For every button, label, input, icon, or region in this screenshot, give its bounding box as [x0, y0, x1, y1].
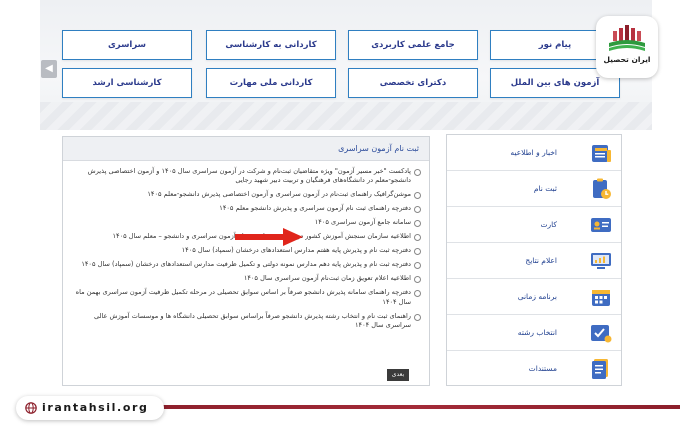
sidebar-item-registration[interactable]: ثبت نام [447, 171, 621, 207]
nav-button-kardani-be-karshenasi[interactable]: کاردانی به کارشناسی [206, 30, 336, 60]
sidebar-item-field-selection[interactable]: انتخاب رشته [447, 315, 621, 351]
sidebar-item-schedule[interactable]: برنامه زمانی [447, 279, 621, 315]
sidebar-item-documents[interactable]: مستندات [447, 351, 621, 387]
list-item[interactable]: دفترچه راهنمای سامانه پذیرش دانشجو صرفاً… [71, 288, 421, 307]
nav-button-doctora-takhassosi[interactable]: دکترای تخصصی [348, 68, 478, 98]
panel-title: ثبت نام آزمون سراسری [63, 137, 429, 161]
footer-site-text: irantahsil.org [42, 401, 149, 414]
nav-button-karshenasi-arshad[interactable]: کارشناسی ارشد [62, 68, 192, 98]
banner-pattern [40, 102, 652, 130]
card-icon [591, 218, 611, 232]
field-selection-icon [591, 325, 612, 343]
sidebar-item-label: اعلام نتایج [525, 256, 557, 265]
red-arrow-icon [235, 228, 303, 246]
logo-text: ایران تحصیل [603, 55, 651, 64]
list-item[interactable]: دفترچه راهنمای ثبت نام آزمون سراسری و پذ… [71, 204, 421, 214]
list-item[interactable]: اطلاعیه اعلام تعویق زمان ثبت‌نام آزمون س… [71, 274, 421, 284]
nav-button-kardani-meli-maharat[interactable]: کاردانی ملی مهارت [206, 68, 336, 98]
chevron-left-icon[interactable]: ◀ [41, 60, 57, 78]
list-item[interactable]: راهنمای ثبت نام و انتخاب رشته پذیرش دانش… [71, 312, 421, 331]
documents-icon [592, 359, 608, 379]
calendar-icon [592, 290, 610, 306]
list-item[interactable]: دفترچه ثبت نام و پذیرش پایه دهم مدارس نم… [71, 260, 421, 270]
next-button[interactable]: بعدی [387, 369, 409, 381]
registration-panel: ثبت نام آزمون سراسری پادکست "خبر مسیر آز… [62, 136, 430, 386]
sidebar-item-label: اخبار و اطلاعیه [510, 148, 557, 157]
sidebar-item-results[interactable]: اعلام نتایج [447, 243, 621, 279]
news-icon [592, 145, 611, 162]
book-logo-icon [609, 25, 645, 51]
sidebar-item-label: ثبت نام [533, 184, 557, 193]
globe-icon [25, 402, 37, 414]
nav-button-jame-elmi-karbordi[interactable]: جامع علمی کاربردی [348, 30, 478, 60]
sidebar-item-label: کارت [540, 220, 557, 229]
footer-site-link[interactable]: irantahsil.org [16, 396, 164, 420]
sidebar-menu: اخبار و اطلاعیه ثبت نام کارت اعلام نتایج… [446, 134, 622, 386]
registration-icon [593, 178, 611, 199]
sidebar-item-card[interactable]: کارت [447, 207, 621, 243]
list-item[interactable]: پادکست "خبر مسیر آزمون" ویژه متقاضیان ثب… [71, 167, 421, 186]
page-banner [40, 0, 652, 130]
sidebar-item-news[interactable]: اخبار و اطلاعیه [447, 135, 621, 171]
irantahsil-logo: ایران تحصیل [596, 16, 658, 78]
list-item[interactable]: موشن‌گرافیک راهنمای ثبت‌نام در آزمون سرا… [71, 190, 421, 200]
results-icon [591, 253, 611, 269]
nav-button-sarasari[interactable]: سراسری [62, 30, 192, 60]
sidebar-item-label: برنامه زمانی [517, 292, 557, 301]
list-item[interactable]: دفترچه ثبت نام و پذیرش پایه هفتم مدارس ا… [71, 246, 421, 256]
sidebar-item-label: انتخاب رشته [517, 328, 557, 337]
sidebar-item-label: مستندات [528, 364, 557, 373]
